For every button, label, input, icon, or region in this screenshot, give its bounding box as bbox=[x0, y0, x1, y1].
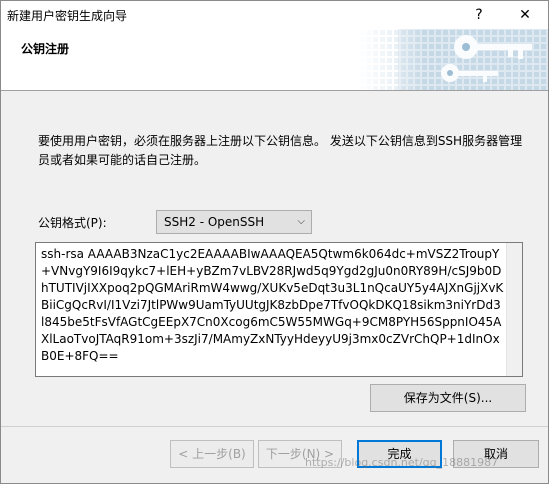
public-key-text: ssh-rsa AAAAB3NzaC1yc2EAAAABIwAAAQEA5Qtw… bbox=[41, 247, 504, 363]
vertical-scrollbar[interactable] bbox=[506, 243, 522, 376]
chevron-down-icon: ⌵ bbox=[297, 216, 305, 227]
instructions-text: 要使用用户密钥，必须在服务器上注册以下公钥信息。 发送以下公钥信息到SSH服务器… bbox=[38, 134, 523, 167]
format-select-value: SSH2 - OpenSSH bbox=[164, 215, 265, 229]
keys-banner-image bbox=[358, 29, 548, 90]
window-title: 新建用户密钥生成向导 bbox=[7, 9, 128, 23]
help-button[interactable]: ? bbox=[456, 1, 502, 29]
save-to-file-button[interactable]: 保存为文件(S)... bbox=[370, 384, 526, 412]
footer-divider bbox=[1, 426, 548, 427]
wizard-window: 新建用户密钥生成向导 ? ✕ 公钥注册 要使用用户密钥，必须在服务器上注册以下公… bbox=[0, 0, 549, 484]
wizard-header: 公钥注册 bbox=[1, 29, 548, 91]
close-button[interactable]: ✕ bbox=[502, 1, 548, 29]
title-bar: 新建用户密钥生成向导 ? ✕ bbox=[1, 1, 548, 29]
back-button[interactable]: < 上一步(B) bbox=[170, 440, 254, 468]
format-label: 公钥格式(P): bbox=[38, 216, 107, 230]
watermark-text: https://blog.csdn.net/qq_18881987 bbox=[305, 456, 499, 469]
format-select[interactable]: SSH2 - OpenSSH ⌵ bbox=[156, 210, 312, 234]
public-key-textarea[interactable]: ssh-rsa AAAAB3NzaC1yc2EAAAABIwAAAQEA5Qtw… bbox=[35, 242, 523, 377]
page-title: 公钥注册 bbox=[21, 42, 70, 56]
